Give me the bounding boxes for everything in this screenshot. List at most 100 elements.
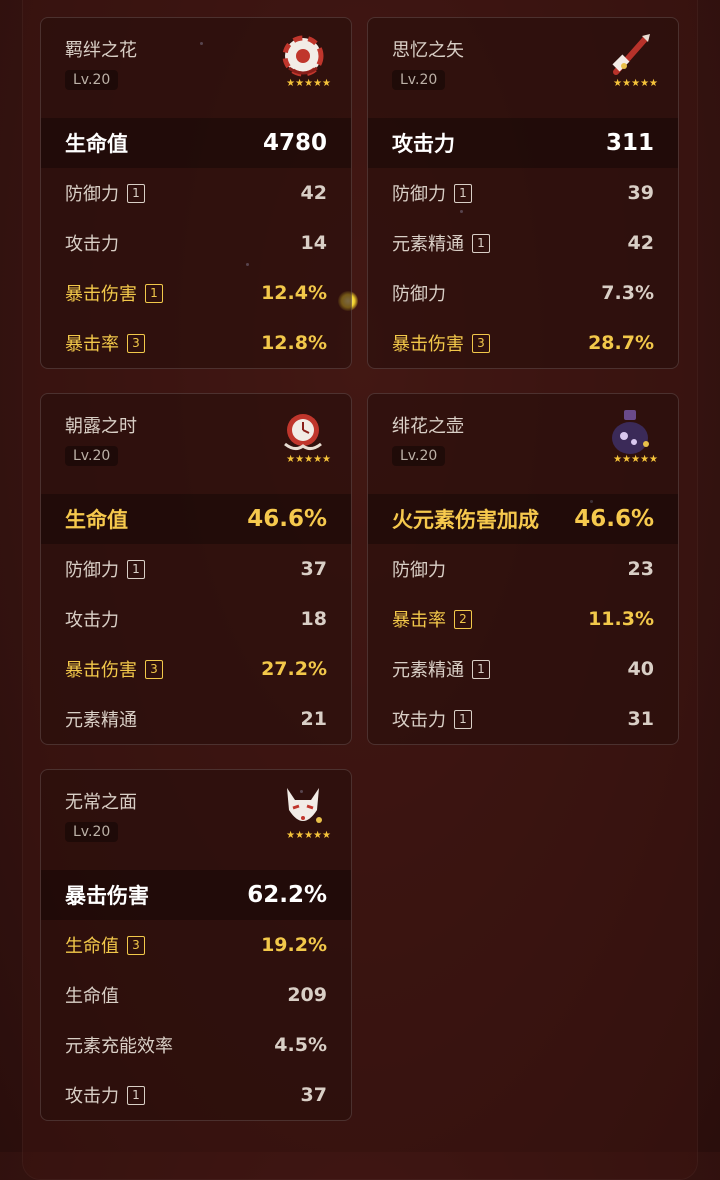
upgrade-count-badge: 1 bbox=[127, 183, 145, 203]
sub-stat-value: 12.8% bbox=[261, 332, 327, 354]
main-stat-value: 311 bbox=[605, 130, 654, 156]
sub-stat-name: 防御力 bbox=[392, 560, 446, 581]
main-stat-value: 46.6% bbox=[247, 506, 327, 532]
main-stat-name: 生命值 bbox=[65, 132, 128, 156]
artifact-card-goblet[interactable]: 绯花之壶 Lv.20 ★★★★★ 火元素伤害加成 46.6% 防御力 23 暴击… bbox=[367, 393, 679, 745]
level-badge: Lv.20 bbox=[65, 70, 119, 90]
sub-stat-row: 攻击力 1 37 bbox=[41, 1070, 351, 1120]
rarity-stars: ★★★★★ bbox=[613, 78, 658, 89]
sub-stat-name: 元素精通 bbox=[392, 234, 464, 255]
sub-stat-row: 防御力 7.3% bbox=[368, 268, 678, 318]
upgrade-count-badge: 3 bbox=[127, 333, 145, 353]
sub-stat-row: 暴击伤害 3 28.7% bbox=[368, 318, 678, 368]
upgrade-count-badge: 1 bbox=[454, 709, 472, 729]
main-stat-row: 火元素伤害加成 46.6% bbox=[368, 494, 678, 544]
rarity-stars: ★★★★★ bbox=[286, 78, 331, 89]
main-stat-value: 62.2% bbox=[247, 882, 327, 908]
main-stat-row: 生命值 46.6% bbox=[41, 494, 351, 544]
sub-stat-row: 暴击伤害 3 27.2% bbox=[41, 644, 351, 694]
sub-stat-row: 防御力 23 bbox=[368, 544, 678, 594]
sub-stat-row: 攻击力 18 bbox=[41, 594, 351, 644]
sub-stat-value: 21 bbox=[300, 708, 327, 730]
upgrade-count-badge: 1 bbox=[127, 1085, 145, 1105]
sub-stat-value: 12.4% bbox=[261, 282, 327, 304]
goblet-icon bbox=[612, 410, 649, 454]
sands-icon bbox=[284, 414, 322, 451]
sub-stat-name: 攻击力 bbox=[392, 710, 446, 731]
sub-stat-name: 攻击力 bbox=[65, 1086, 119, 1107]
rarity-stars: ★★★★★ bbox=[286, 830, 331, 841]
upgrade-count-badge: 1 bbox=[145, 283, 163, 303]
rarity-stars: ★★★★★ bbox=[613, 454, 658, 465]
sub-stat-value: 27.2% bbox=[261, 658, 327, 680]
sub-stat-name: 暴击率 bbox=[65, 334, 119, 355]
upgrade-count-badge: 3 bbox=[472, 333, 490, 353]
artifact-name: 羁绊之花 bbox=[65, 40, 137, 61]
sub-stat-name: 元素精通 bbox=[65, 710, 137, 731]
sub-stat-name: 防御力 bbox=[65, 184, 119, 205]
sub-stat-value: 31 bbox=[627, 708, 654, 730]
main-stat-value: 4780 bbox=[262, 130, 327, 156]
sub-stat-row: 暴击率 2 11.3% bbox=[368, 594, 678, 644]
sub-stat-name: 元素精通 bbox=[392, 660, 464, 681]
sub-stat-value: 28.7% bbox=[588, 332, 654, 354]
sub-stat-name: 暴击伤害 bbox=[65, 284, 137, 305]
main-stat-row: 暴击伤害 62.2% bbox=[41, 870, 351, 920]
sub-stat-name: 暴击伤害 bbox=[392, 334, 464, 355]
main-stat-row: 生命值 4780 bbox=[41, 118, 351, 168]
sub-stat-value: 37 bbox=[300, 558, 327, 580]
artifact-name: 无常之面 bbox=[65, 792, 137, 813]
upgrade-count-badge: 3 bbox=[145, 659, 163, 679]
artifact-name: 朝露之时 bbox=[65, 416, 137, 437]
sub-stat-name: 元素充能效率 bbox=[65, 1036, 173, 1057]
level-badge: Lv.20 bbox=[65, 822, 119, 842]
upgrade-count-badge: 1 bbox=[454, 183, 472, 203]
sub-stat-value: 14 bbox=[300, 232, 327, 254]
upgrade-count-badge: 1 bbox=[127, 559, 145, 579]
sub-stat-value: 42 bbox=[300, 182, 327, 204]
mask-icon bbox=[287, 788, 322, 823]
sub-stat-row: 生命值 3 19.2% bbox=[41, 920, 351, 970]
sub-stat-name: 生命值 bbox=[65, 936, 119, 957]
artifact-card-circlet[interactable]: 无常之面 Lv.20 ★★★★★ 暴击伤害 62.2% 生命值 3 19.2% 生… bbox=[40, 769, 352, 1121]
sub-stat-value: 40 bbox=[627, 658, 654, 680]
sub-stat-name: 防御力 bbox=[65, 560, 119, 581]
artifact-card-sands[interactable]: 朝露之时 Lv.20 ★★★★★ 生命值 46.6% 防御力 1 37 攻击力 1… bbox=[40, 393, 352, 745]
sub-stat-value: 23 bbox=[627, 558, 654, 580]
upgrade-count-badge: 1 bbox=[472, 233, 490, 253]
artifact-card-flower[interactable]: 羁绊之花 Lv.20 ★★★★★ 生命值 4780 防御力 1 42 攻击力 14… bbox=[40, 17, 352, 369]
flower-icon bbox=[282, 35, 324, 77]
sub-stat-name: 防御力 bbox=[392, 184, 446, 205]
sub-stat-value: 209 bbox=[287, 984, 327, 1006]
sub-stat-row: 生命值 209 bbox=[41, 970, 351, 1020]
upgrade-count-badge: 3 bbox=[127, 935, 145, 955]
main-stat-name: 攻击力 bbox=[392, 132, 455, 156]
sub-stat-name: 暴击率 bbox=[392, 610, 446, 631]
sub-stat-row: 暴击伤害 1 12.4% bbox=[41, 268, 351, 318]
sub-stat-value: 42 bbox=[627, 232, 654, 254]
level-badge: Lv.20 bbox=[65, 446, 119, 466]
artifact-card-plume[interactable]: 思忆之矢 Lv.20 ★★★★★ 攻击力 311 防御力 1 39 元素精通 1 4… bbox=[367, 17, 679, 369]
sub-stat-value: 11.3% bbox=[588, 608, 654, 630]
main-stat-name: 暴击伤害 bbox=[65, 884, 149, 908]
rarity-stars: ★★★★★ bbox=[286, 454, 331, 465]
sub-stat-row: 防御力 1 39 bbox=[368, 168, 678, 218]
sub-stat-name: 生命值 bbox=[65, 986, 119, 1007]
sub-stat-value: 18 bbox=[300, 608, 327, 630]
upgrade-count-badge: 2 bbox=[454, 609, 472, 629]
sub-stat-name: 防御力 bbox=[392, 284, 446, 305]
sub-stat-value: 7.3% bbox=[601, 282, 654, 304]
main-stat-name: 生命值 bbox=[65, 508, 128, 532]
level-badge: Lv.20 bbox=[392, 446, 446, 466]
sub-stat-value: 39 bbox=[627, 182, 654, 204]
sub-stat-row: 元素精通 1 40 bbox=[368, 644, 678, 694]
main-stat-value: 46.6% bbox=[574, 506, 654, 532]
main-stat-name: 火元素伤害加成 bbox=[392, 508, 539, 532]
level-badge: Lv.20 bbox=[392, 70, 446, 90]
plume-icon bbox=[612, 34, 650, 75]
sub-stat-value: 19.2% bbox=[261, 934, 327, 956]
artifact-name: 绯花之壶 bbox=[392, 416, 464, 437]
artifact-name: 思忆之矢 bbox=[392, 40, 464, 61]
sub-stat-row: 防御力 1 37 bbox=[41, 544, 351, 594]
sub-stat-value: 37 bbox=[300, 1084, 327, 1106]
